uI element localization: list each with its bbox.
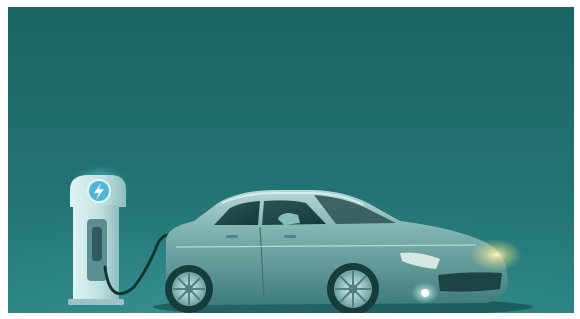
front-wheel: [327, 263, 379, 313]
photo-frame: [8, 7, 574, 313]
door-handle-rear: [226, 235, 238, 238]
fog-light: [421, 289, 429, 297]
charger-base: [68, 299, 124, 305]
ev-scene: [8, 7, 574, 313]
rear-wheel: [165, 265, 213, 313]
charger-handle: [92, 227, 102, 261]
front-grille: [438, 272, 502, 292]
door-handle-front: [284, 235, 296, 238]
headlight-glow: [470, 239, 522, 271]
